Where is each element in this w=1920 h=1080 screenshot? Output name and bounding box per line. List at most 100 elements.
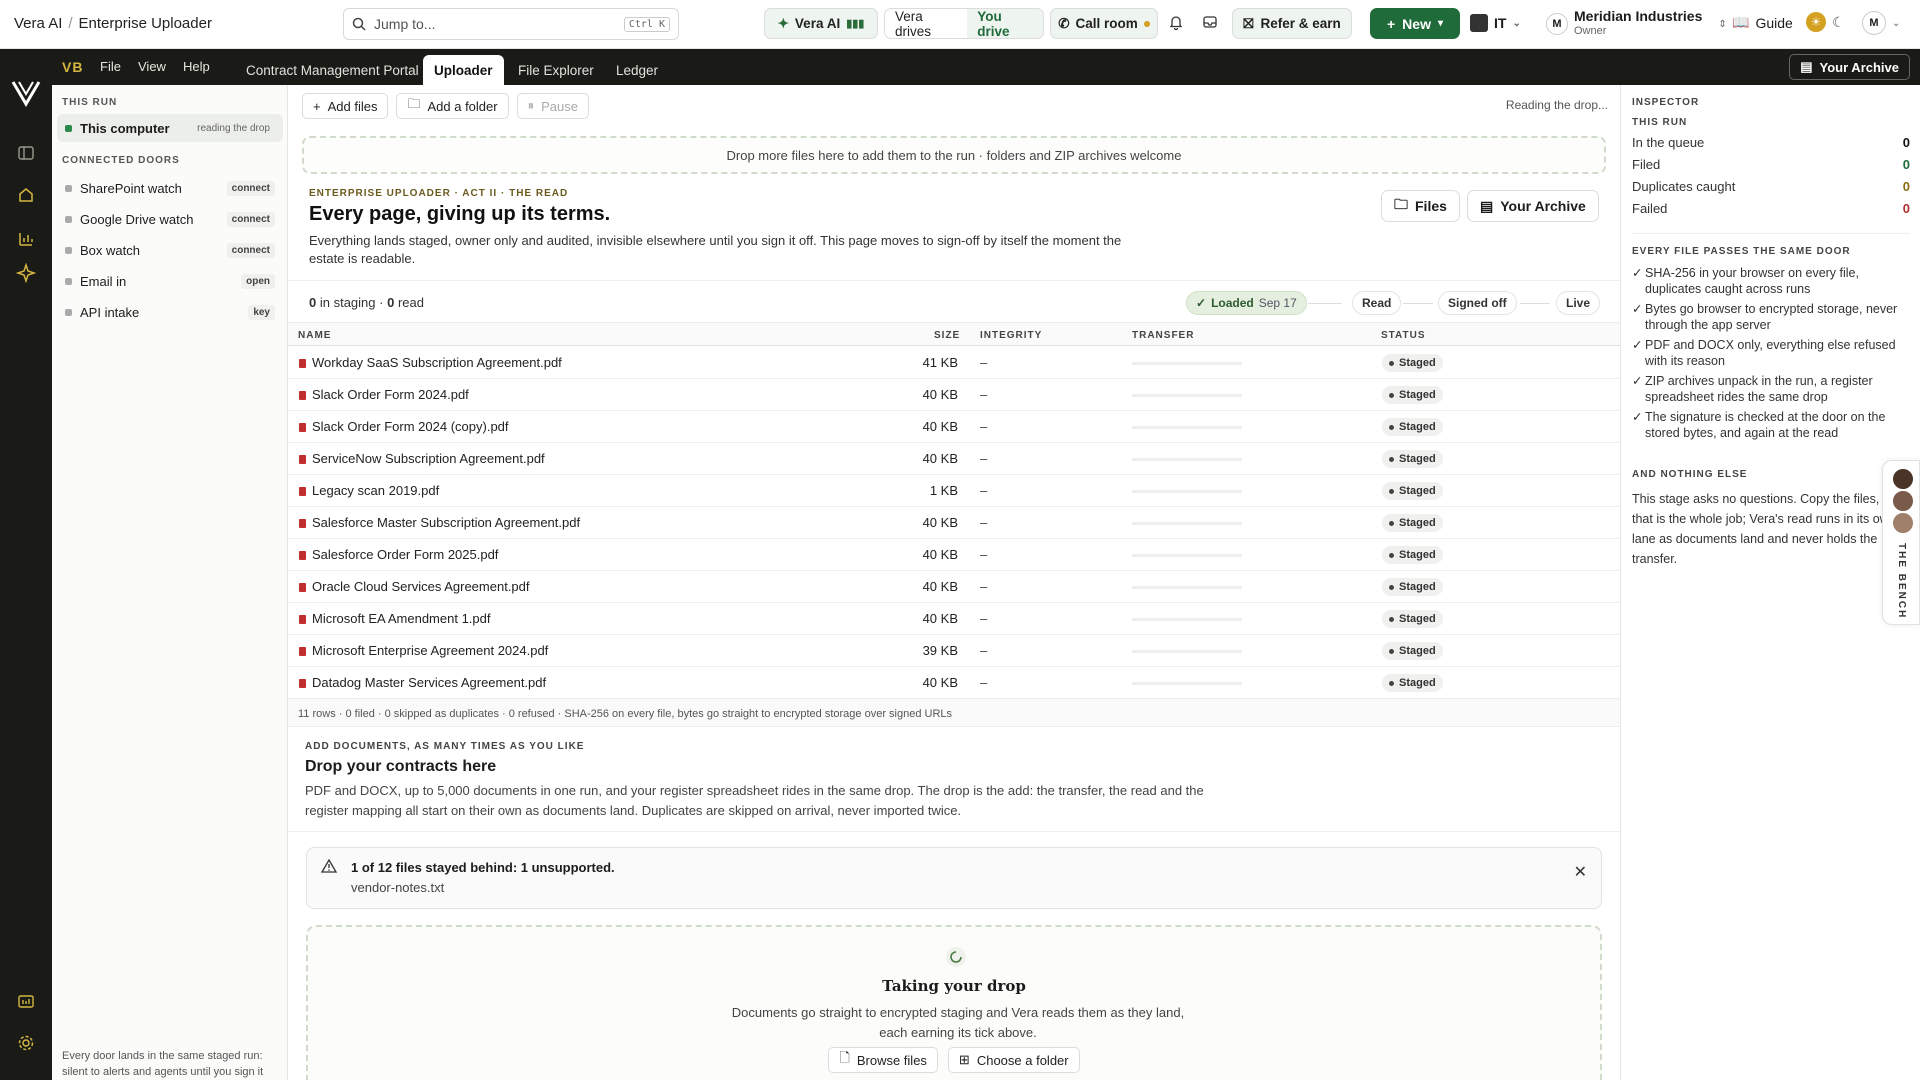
table-row[interactable]: Legacy scan 2019.pdf 1 KB – Staged: [288, 475, 1620, 507]
file-size: 41 KB: [922, 355, 958, 370]
column-transfer[interactable]: TRANSFER: [1132, 330, 1194, 341]
column-size[interactable]: SIZE: [934, 330, 960, 341]
file-size: 40 KB: [922, 451, 958, 466]
status-dot: [65, 124, 72, 132]
menu-help[interactable]: Help: [183, 59, 210, 74]
connect-badge[interactable]: connect: [226, 242, 275, 258]
new-button[interactable]: + New ▾: [1370, 8, 1460, 39]
drive-mode-toggle[interactable]: Vera drives You drive: [884, 8, 1044, 39]
status-label: Staged: [1399, 645, 1436, 657]
choose-folder-label: Choose a folder: [976, 1052, 1069, 1068]
sidebar-item-api-intake[interactable]: API intake key: [57, 298, 283, 326]
workspace-avatar: [1470, 14, 1488, 32]
table-row[interactable]: Microsoft Enterprise Agreement 2024.pdf 3…: [288, 635, 1620, 667]
chart-icon[interactable]: [14, 227, 38, 251]
key-badge[interactable]: key: [248, 304, 275, 320]
theme-toggle[interactable]: ☀ ☾: [1806, 12, 1845, 32]
guide-button[interactable]: 📖 Guide: [1732, 14, 1793, 31]
panel-toggle-icon[interactable]: [14, 141, 38, 165]
breadcrumb-app[interactable]: Vera AI: [14, 15, 62, 32]
your-archive-button[interactable]: ▤ Your Archive: [1789, 54, 1910, 80]
left-rail: [0, 49, 52, 1080]
tab-contract-management[interactable]: Contract Management Portal: [235, 55, 430, 85]
status-dot: [65, 215, 72, 223]
refer-earn-button[interactable]: ⛝ Refer & earn: [1232, 8, 1352, 39]
table-row[interactable]: Microsoft EA Amendment 1.pdf 40 KB – Staged: [288, 603, 1620, 635]
action-toolbar: + Add files 🗀 Add a folder ⏸ Pause: [302, 93, 589, 119]
add-folder-label: Add a folder: [427, 98, 498, 114]
status-badge: Staged: [1382, 418, 1443, 436]
vera-logo-icon[interactable]: [10, 77, 42, 109]
sidebar-item-email-in[interactable]: Email in open: [57, 267, 283, 295]
call-room-button[interactable]: ✆ Call room: [1050, 8, 1158, 39]
workspace-switcher[interactable]: IT ⌄: [1470, 14, 1521, 32]
column-integrity[interactable]: INTEGRITY: [980, 330, 1042, 341]
table-row[interactable]: Datadog Master Services Agreement.pdf 40 …: [288, 667, 1620, 699]
user-avatar: M: [1862, 11, 1886, 35]
transfer-progress: [1132, 522, 1242, 525]
status-dot: [65, 184, 72, 192]
gear-icon[interactable]: [14, 1031, 38, 1055]
table-row[interactable]: Slack Order Form 2024.pdf 40 KB – Staged: [288, 379, 1620, 411]
bench-drawer[interactable]: THE BENCH: [1882, 460, 1920, 625]
check-icon: ✓: [1196, 296, 1207, 310]
tab-uploader[interactable]: Uploader: [423, 55, 504, 85]
file-name: Microsoft EA Amendment 1.pdf: [312, 611, 491, 626]
files-button[interactable]: 🗀 Files: [1381, 190, 1460, 222]
table-row[interactable]: Workday SaaS Subscription Agreement.pdf 4…: [288, 347, 1620, 379]
this-run-heading: THIS RUN: [62, 97, 118, 108]
close-icon[interactable]: ✕: [1574, 862, 1587, 882]
pdf-icon: [299, 423, 306, 432]
menu-view[interactable]: View: [138, 59, 166, 74]
vera-ai-button[interactable]: ✦ Vera AI ▮▮▮: [764, 8, 878, 39]
choose-folder-button[interactable]: ⊞ Choose a folder: [947, 1047, 1080, 1073]
add-documents-title: Drop your contracts here: [305, 758, 497, 775]
sidebar-item-sharepoint[interactable]: SharePoint watch connect: [57, 174, 283, 202]
inbox-icon[interactable]: [1202, 14, 1218, 30]
user-menu[interactable]: M ⌄: [1862, 11, 1900, 35]
file-size: 40 KB: [922, 515, 958, 530]
pause-button[interactable]: ⏸ Pause: [516, 93, 589, 119]
sparkle-icon[interactable]: [14, 261, 38, 285]
column-name[interactable]: NAME: [298, 330, 331, 341]
home-icon[interactable]: [14, 183, 38, 207]
browse-files-button[interactable]: 🗋 Browse files: [828, 1047, 938, 1073]
column-status[interactable]: STATUS: [1381, 330, 1426, 341]
tab-file-explorer[interactable]: File Explorer: [507, 55, 605, 85]
add-files-button[interactable]: + Add files: [302, 93, 389, 119]
table-row[interactable]: Oracle Cloud Services Agreement.pdf 40 KB…: [288, 571, 1620, 603]
sidebar-item-google-drive[interactable]: Google Drive watch connect: [57, 205, 283, 233]
pdf-icon: [299, 487, 306, 496]
you-drive-option[interactable]: You drive: [967, 9, 1043, 38]
contract-drop-zone[interactable]: Taking your drop Documents go straight t…: [306, 925, 1602, 1080]
sidebar-item-box[interactable]: Box watch connect: [57, 236, 283, 264]
your-archive-header-button[interactable]: ▤ Your Archive: [1467, 190, 1599, 222]
connect-badge[interactable]: connect: [226, 211, 275, 227]
menu-file[interactable]: File: [100, 59, 121, 74]
org-switcher[interactable]: M Meridian Industries Owner ⇕: [1546, 9, 1727, 39]
stat-label: In the queue: [1632, 135, 1705, 150]
add-folder-button[interactable]: 🗀 Add a folder: [396, 93, 509, 119]
table-row[interactable]: ServiceNow Subscription Agreement.pdf 40 …: [288, 443, 1620, 475]
sparkle-icon: ✦: [777, 15, 789, 31]
drop-more-zone[interactable]: Drop more files here to add them to the …: [302, 136, 1606, 174]
connect-badge[interactable]: connect: [226, 180, 275, 196]
status-badge: Staged: [1382, 674, 1443, 692]
inspector-panel: INSPECTOR THIS RUN In the queue 0 Filed 0 …: [1620, 85, 1920, 1080]
search-input[interactable]: Jump to... Ctrl K: [343, 8, 679, 40]
bell-icon[interactable]: [1168, 14, 1184, 30]
status-label: Staged: [1399, 677, 1436, 689]
folder-tree-icon: ⊞: [958, 1052, 970, 1067]
open-badge[interactable]: open: [241, 273, 275, 289]
calendar-icon[interactable]: [14, 989, 38, 1013]
status-label: Staged: [1399, 421, 1436, 433]
inspector-heading: INSPECTOR: [1632, 97, 1700, 108]
table-row[interactable]: Slack Order Form 2024 (copy).pdf 40 KB – St…: [288, 411, 1620, 443]
table-row[interactable]: Salesforce Order Form 2025.pdf 40 KB – Stag…: [288, 539, 1620, 571]
table-row[interactable]: Salesforce Master Subscription Agreement…: [288, 507, 1620, 539]
sidebar-item-this-computer[interactable]: This computer reading the drop: [57, 114, 283, 142]
file-integrity: –: [980, 579, 988, 594]
drop-text: Documents go straight to encrypted stagi…: [731, 1005, 1185, 1040]
vera-drives-option[interactable]: Vera drives: [885, 9, 967, 38]
tab-ledger[interactable]: Ledger: [605, 55, 669, 85]
